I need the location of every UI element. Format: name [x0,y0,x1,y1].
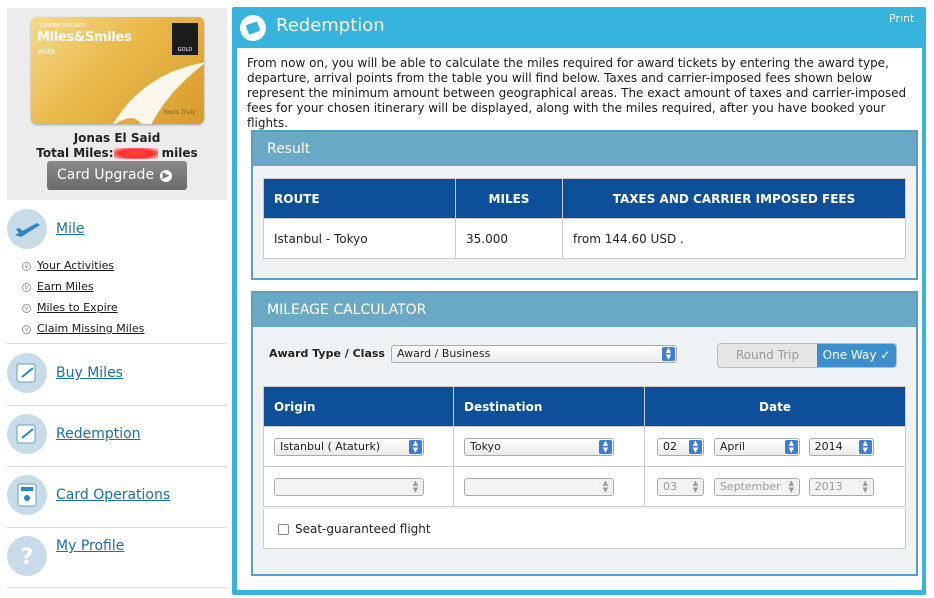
month-select[interactable]: April ▲ ▼ [713,437,800,456]
check-icon: ✓ [880,348,891,362]
select-arrows-icon: ▲ ▼ [784,479,798,494]
redemption-content: From now on, you will be able to calcula… [237,48,922,590]
seat-guaranteed-checkbox[interactable] [278,524,289,535]
chevron-down-icon: v [22,303,31,313]
day-select[interactable]: 02 ▲ ▼ [657,437,704,456]
card-operations-icon [7,475,47,515]
ticket-icon [240,15,266,41]
total-miles-unit: miles [157,146,198,160]
column-date: Date [644,386,906,427]
award-type-label: Award Type / Class [269,347,385,360]
arrow-right-icon: ▶ [160,170,172,182]
chevron-down-icon: v [22,261,31,271]
select-arrows-icon: ▲ ▼ [689,479,702,494]
card-signature: Yours Truly [163,109,196,116]
select-arrows-icon: ▲ ▼ [858,439,872,454]
redemption-icon [7,414,47,454]
star-alliance-gold-badge: GOLD [172,23,198,55]
month-select-disabled: September ▲ ▼ [713,477,800,496]
nav-my-profile[interactable]: My Profile [56,538,124,554]
result-table-header: ROUTE MILES TAXES AND CARRIER IMPOSED FE… [263,178,906,219]
result-panel: Result ROUTE MILES TAXES AND CARRIER IMP… [251,130,918,280]
nav-section-my-profile: ? My Profile [7,528,227,588]
nav-section-card-operations: Card Operations [7,467,227,528]
miles-cell: 35.000 [455,218,563,259]
year-select[interactable]: 2014 ▲ ▼ [808,437,874,456]
destination-select[interactable]: Tokyo ▲ ▼ [464,437,614,456]
member-name: Jonas El Said [73,131,161,145]
page-title: Redemption [276,15,385,36]
svg-text:?: ? [21,545,34,570]
one-way-option[interactable]: One Way ✓ [817,344,896,367]
seat-guaranteed-row: Seat-guaranteed flight [263,509,906,549]
card-tier: elite [38,47,56,56]
result-table: ROUTE MILES TAXES AND CARRIER IMPOSED FE… [263,178,906,259]
nav-section-buy-miles: Buy Miles [7,345,227,406]
nav-your-activities[interactable]: v Your Activities [22,259,114,272]
nav-section-redemption: Redemption [7,406,227,467]
destination-select-disabled: ▲ ▼ [464,477,614,496]
nav-mile[interactable]: Mile [56,221,84,237]
buy-miles-icon [7,353,47,393]
table-row: Istanbul ( Ataturk) ▲ ▼ Tokyo ▲ ▼ 02 ▲ ▼ April… [263,426,906,467]
select-arrows-icon: ▲ ▼ [662,347,675,361]
table-row: ▲ ▼ ▲ ▼ 03 ▲ ▼ September ▲ ▼ 2013 ▲ ▼ [263,466,906,507]
result-header: Result [253,132,916,166]
nav-section-mile: Mile v Your Activities v Earn Miles v Miles… [7,204,227,344]
fees-cell: from 144.60 USD . [562,218,906,259]
nav-claim-missing-miles[interactable]: v Claim Missing Miles [22,322,144,335]
column-origin: Origin [263,386,454,427]
select-arrows-icon: ▲ ▼ [784,439,798,454]
calculator-table: Origin Destination Date Istanbul ( Atatu… [263,386,906,507]
card-brand: Miles&Smiles [37,30,132,45]
total-miles-label: Total Miles: [36,146,114,160]
year-select-disabled: 2013 ▲ ▼ [808,477,874,496]
seat-guaranteed-label: Seat-guaranteed flight [295,522,431,536]
award-type-select[interactable]: Award / Business ▲ ▼ [391,345,677,363]
question-icon: ? [7,536,47,576]
route-cell: Istanbul - Tokyo [263,218,456,259]
select-arrows-icon: ▲ ▼ [689,439,702,454]
redemption-panel: Redemption Print From now on, you will b… [232,7,926,595]
print-link[interactable]: Print [889,12,914,25]
redaction-mark [113,148,158,159]
origin-select-disabled: ▲ ▼ [274,477,424,496]
airplane-icon [7,209,47,249]
column-miles: MILES [455,178,563,219]
intro-text: From now on, you will be able to calcula… [247,56,907,130]
column-fees: TAXES AND CARRIER IMPOSED FEES [562,178,906,219]
day-select-disabled: 03 ▲ ▼ [657,477,704,496]
card-upgrade-label: Card Upgrade [57,167,155,183]
total-miles: Total Miles: miles [0,146,234,160]
calculator-table-header: Origin Destination Date [263,386,906,427]
column-destination: Destination [453,386,645,427]
nav-buy-miles[interactable]: Buy Miles [56,365,123,381]
select-arrows-icon: ▲ ▼ [599,479,612,494]
trip-type-toggle[interactable]: Round Trip One Way ✓ [717,343,897,368]
nav-earn-miles[interactable]: v Earn Miles [22,280,94,293]
column-route: ROUTE [263,178,456,219]
calculator-header: MILEAGE CALCULATOR [253,293,916,327]
nav-miles-to-expire[interactable]: v Miles to Expire [22,301,118,314]
nav-card-operations[interactable]: Card Operations [56,487,170,503]
select-arrows-icon: ▲ ▼ [599,439,612,454]
round-trip-option[interactable]: Round Trip [718,344,817,367]
chevron-down-icon: v [22,282,31,292]
nav-redemption[interactable]: Redemption [56,426,141,442]
sidebar: TURKISH AIRLINES Miles&Smiles elite GOLD… [0,0,232,598]
card-upgrade-button[interactable]: Card Upgrade ▶ [47,161,187,190]
select-arrows-icon: ▲ ▼ [409,479,422,494]
mileage-calculator-panel: MILEAGE CALCULATOR Award Type / Class Aw… [251,291,918,576]
membership-card: TURKISH AIRLINES Miles&Smiles elite GOLD… [31,17,204,124]
origin-select[interactable]: Istanbul ( Ataturk) ▲ ▼ [274,437,424,456]
chevron-down-icon: v [22,324,31,334]
select-arrows-icon: ▲ ▼ [858,479,872,494]
select-arrows-icon: ▲ ▼ [409,439,422,454]
table-row: Istanbul - Tokyo 35.000 from 144.60 USD … [263,218,906,259]
card-airline: TURKISH AIRLINES [39,23,86,29]
